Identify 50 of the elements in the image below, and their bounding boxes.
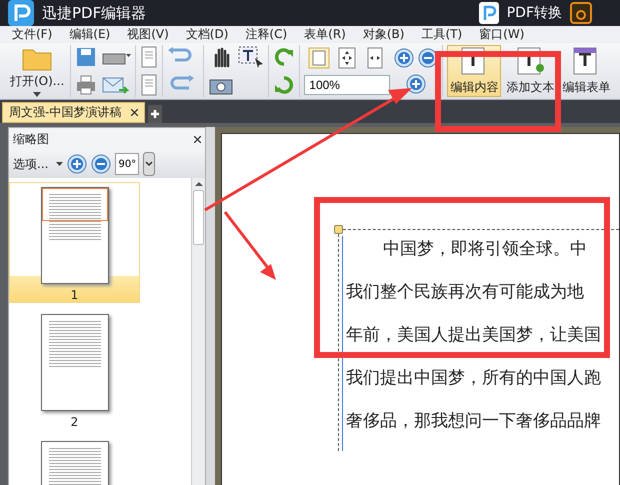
close-icon[interactable] (131, 109, 138, 116)
tab-label: 周文强-中国梦演讲稿 (9, 104, 122, 121)
zoom-in-icon[interactable] (67, 154, 88, 174)
fit-page-icon[interactable] (336, 47, 358, 69)
close-icon[interactable] (194, 136, 201, 142)
scrollbar-thumb[interactable] (193, 190, 204, 245)
zoom-out-icon[interactable] (91, 154, 112, 174)
printer-icon[interactable] (75, 74, 98, 96)
menu-item[interactable]: 对象(B) (362, 26, 404, 43)
menu-item[interactable]: 视图(V) (127, 26, 169, 43)
save-icon[interactable] (75, 46, 98, 68)
rotate-button[interactable]: 90° (115, 153, 140, 175)
paragraph-line: 我们提出中国梦，所有的中国人跑 (342, 365, 619, 408)
select-text-icon[interactable] (238, 46, 264, 68)
resize-handle[interactable] (334, 225, 343, 234)
window-title: 迅捷PDF编辑器 (42, 4, 148, 22)
zoom-field[interactable]: 100% (304, 75, 390, 95)
paragraph-line: 奢侈品，那我想问一下奢侈品品牌 (342, 408, 619, 451)
zoom-in-icon[interactable] (406, 74, 426, 94)
pdf-convert-link[interactable]: PDF转换 (506, 4, 562, 22)
menu-item[interactable]: 编辑(E) (69, 26, 110, 43)
menu-item[interactable]: 表单(R) (304, 26, 346, 43)
menu-item[interactable]: 工具(T) (421, 26, 462, 43)
document-tab[interactable]: 周文强-中国梦演讲稿 (2, 102, 146, 123)
add-tab-icon[interactable] (148, 105, 162, 123)
rotate-clockwise-icon[interactable] (273, 46, 296, 68)
menu-item[interactable]: 文档(D) (186, 26, 228, 43)
menu-item[interactable]: 文件(F) (12, 26, 52, 43)
paragraph-line: 年前，美国人提出美国梦，让美国 (342, 322, 619, 365)
app-logo-icon (8, 0, 34, 26)
tool-button[interactable]: 编辑表单 (559, 45, 614, 97)
paragraph-line: 我们整个民族再次有可能成为地 (342, 279, 619, 322)
paragraph-line: 中国梦，即将引领全球。中 (342, 236, 619, 279)
caret-icon (56, 162, 64, 166)
caret-icon (33, 92, 42, 97)
rotate-counterclockwise-icon[interactable] (273, 74, 296, 96)
pdf-convert-icon[interactable] (478, 2, 499, 24)
panel-title: 缩略图 (13, 130, 49, 148)
open-button[interactable]: 打开(O)... (8, 45, 66, 97)
zoom-in-icon[interactable] (394, 48, 414, 68)
chevron-down-icon[interactable] (143, 152, 156, 176)
menu-item[interactable]: 注释(C) (245, 26, 288, 43)
page-number: 1 (70, 288, 78, 302)
page-thumbnail-item[interactable]: 1 (9, 182, 140, 303)
menu-item[interactable]: 窗口(W) (479, 26, 524, 43)
options-dropdown[interactable]: 选项... (13, 156, 64, 172)
tool-button[interactable]: 添加文本 (503, 45, 558, 97)
actual-size-icon[interactable] (308, 47, 330, 69)
page-number: 2 (70, 415, 78, 429)
scrollbar[interactable] (191, 178, 205, 485)
